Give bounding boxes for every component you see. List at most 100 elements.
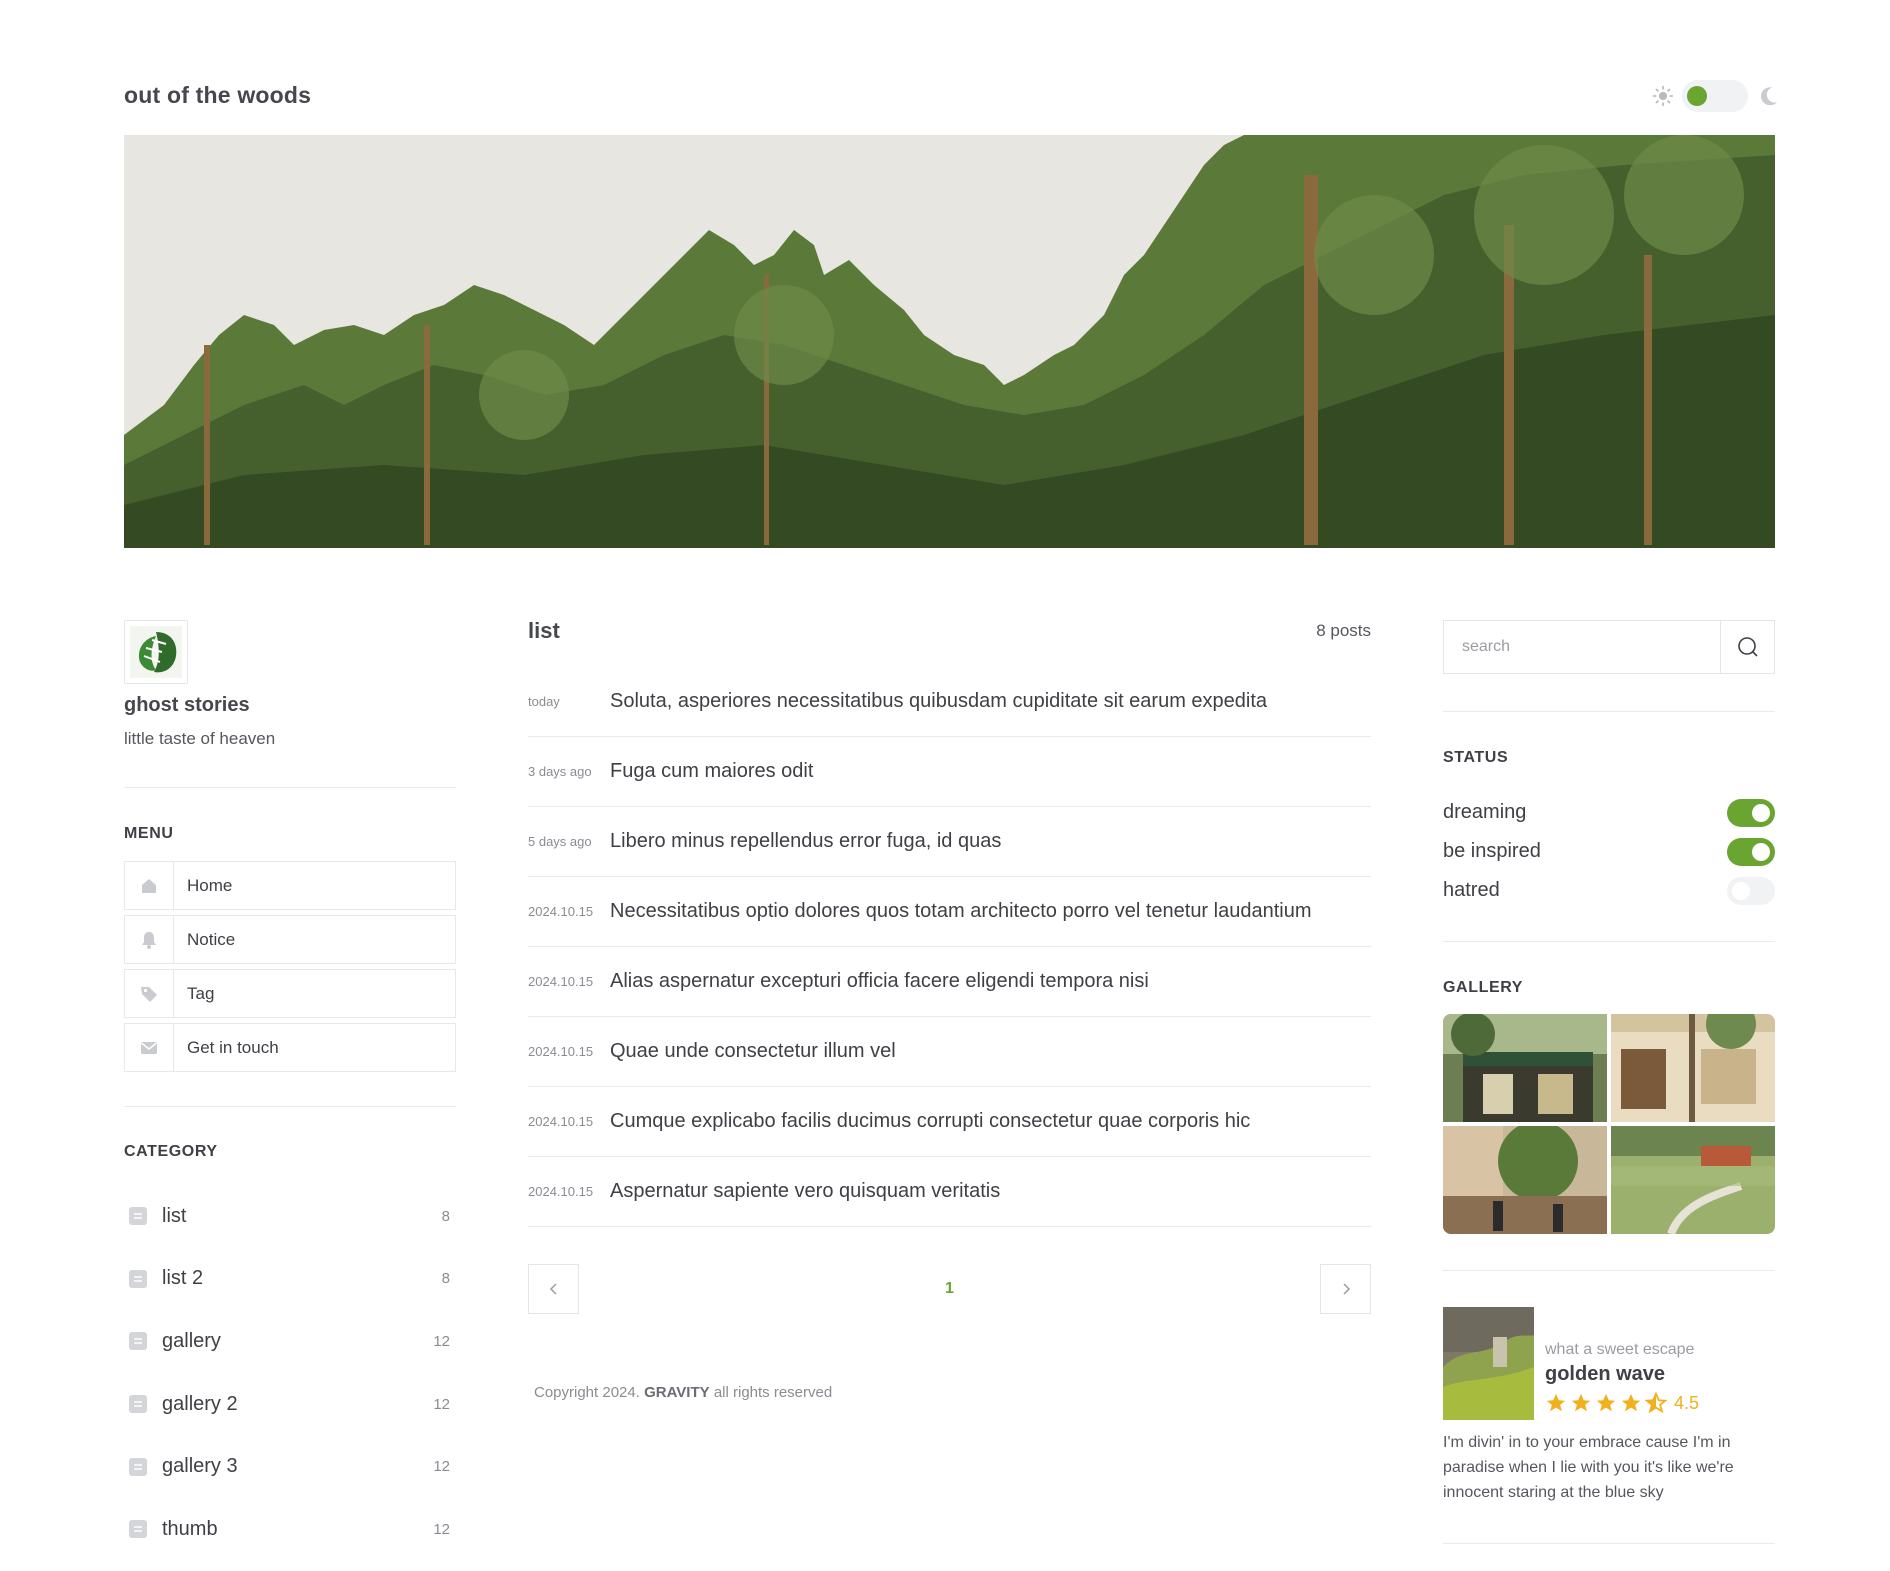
document-icon — [129, 1457, 147, 1476]
featured-subtitle: what a sweet escape — [1545, 1341, 1695, 1358]
post-count: 8 posts — [1316, 621, 1371, 640]
menu-item-home[interactable]: Home — [124, 861, 456, 910]
post-list: today Soluta, asperiores necessitatibus … — [528, 667, 1371, 1227]
post-title[interactable]: Quae unde consectetur illum vel — [610, 1040, 896, 1063]
featured-text: I'm divin' in to your embrace cause I'm … — [1443, 1434, 1734, 1501]
home-icon — [125, 862, 174, 909]
star-icon — [1571, 1393, 1591, 1412]
post-title[interactable]: Fuga cum maiores odit — [610, 760, 813, 783]
category-count: 8 — [441, 1270, 450, 1288]
menu-item-tag[interactable]: Tag — [124, 969, 456, 1018]
copyright-suffix: all rights reserved — [713, 1384, 833, 1401]
category-item-gallery-2[interactable]: gallery 2 12 — [124, 1373, 456, 1436]
featured-card[interactable]: what a sweet escape golden wave 4.5 — [1443, 1307, 1775, 1420]
post-row[interactable]: 2024.10.15 Cumque explicabo facilis duci… — [528, 1087, 1371, 1157]
document-icon — [129, 1520, 147, 1539]
category-label: list — [162, 1204, 187, 1227]
search-button[interactable] — [1720, 621, 1774, 673]
mail-icon — [125, 1024, 174, 1071]
search-input[interactable] — [1444, 621, 1720, 673]
toggle-knob — [1752, 803, 1770, 822]
gallery-image[interactable] — [1611, 1126, 1775, 1234]
status-title: STATUS — [1443, 749, 1509, 766]
divider — [1443, 1270, 1775, 1271]
category-item-list[interactable]: list 8 — [124, 1185, 456, 1248]
moon-icon — [1761, 87, 1777, 106]
category-item-gallery-3[interactable]: gallery 3 12 — [124, 1435, 456, 1498]
category-item-gallery[interactable]: gallery 12 — [124, 1310, 456, 1373]
status-item-be-inspired: be inspired — [1443, 832, 1775, 871]
divider — [1443, 1543, 1775, 1544]
category-item-thumb[interactable]: thumb 12 — [124, 1498, 456, 1561]
post-title[interactable]: Aspernatur sapiente vero quisquam verita… — [610, 1180, 1000, 1203]
post-title[interactable]: Cumque explicabo facilis ducimus corrupt… — [610, 1110, 1250, 1133]
post-date: today — [528, 694, 560, 709]
category-label: gallery 2 — [162, 1392, 238, 1415]
status-item-hatred: hatred — [1443, 871, 1775, 910]
post-row[interactable]: 2024.10.15 Necessitatibus optio dolores … — [528, 877, 1371, 947]
post-title[interactable]: Necessitatibus optio dolores quos totam … — [610, 900, 1312, 923]
menu-item-label: Get in touch — [187, 1037, 279, 1057]
gallery-image[interactable] — [1443, 1014, 1607, 1122]
page-number[interactable]: 1 — [945, 1280, 954, 1298]
post-row[interactable]: 5 days ago Libero minus repellendus erro… — [528, 807, 1371, 877]
status-label: dreaming — [1443, 801, 1527, 823]
post-date: 2024.10.15 — [528, 1044, 594, 1059]
post-date: 2024.10.15 — [528, 974, 594, 989]
site-title[interactable]: out of the woods — [124, 82, 311, 109]
avatar[interactable] — [124, 620, 188, 684]
gallery-image[interactable] — [1443, 1126, 1607, 1234]
theme-toggle-track[interactable] — [1682, 80, 1748, 112]
category-count: 12 — [433, 1520, 450, 1538]
featured-thumbnail[interactable] — [1443, 1307, 1534, 1420]
post-title[interactable]: Soluta, asperiores necessitatibus quibus… — [610, 690, 1267, 713]
post-row[interactable]: 3 days ago Fuga cum maiores odit — [528, 737, 1371, 807]
chevron-left-icon — [549, 1283, 557, 1295]
document-icon — [129, 1207, 147, 1226]
star-rating: 4.5 — [1545, 1392, 1699, 1414]
post-title[interactable]: Libero minus repellendus error fuga, id … — [610, 830, 1001, 853]
hero-image — [124, 135, 1775, 548]
status-list: dreaming be inspired hatred — [1443, 793, 1775, 910]
post-date: 2024.10.15 — [528, 1114, 594, 1129]
theme-switch[interactable] — [1652, 80, 1780, 112]
post-date: 2024.10.15 — [528, 904, 594, 919]
category-list: list 8 list 2 8 gallery 12 gallery 2 12 … — [124, 1185, 456, 1561]
search-box — [1443, 620, 1775, 674]
list-title: list — [528, 618, 560, 643]
prev-page-button[interactable] — [528, 1264, 579, 1314]
post-title[interactable]: Alias aspernatur excepturi officia facer… — [610, 970, 1149, 993]
post-row[interactable]: 2024.10.15 Quae unde consectetur illum v… — [528, 1017, 1371, 1087]
menu-item-notice[interactable]: Notice — [124, 915, 456, 964]
category-label: thumb — [162, 1517, 218, 1540]
pagination: 1 — [528, 1264, 1371, 1314]
category-item-list-2[interactable]: list 2 8 — [124, 1248, 456, 1311]
status-toggle[interactable] — [1727, 876, 1775, 905]
toggle-knob — [1752, 842, 1770, 861]
right-sidebar: STATUS dreaming be inspired hatred GALLE… — [1443, 620, 1775, 1544]
divider — [124, 787, 456, 788]
profile-description: little taste of heaven — [124, 729, 276, 748]
bell-icon — [125, 916, 174, 963]
status-label: be inspired — [1443, 840, 1541, 862]
status-toggle[interactable] — [1727, 798, 1775, 827]
gallery-grid — [1443, 1014, 1775, 1234]
post-row[interactable]: 2024.10.15 Alias aspernatur excepturi of… — [528, 947, 1371, 1017]
tag-icon — [125, 970, 174, 1017]
featured-title[interactable]: golden wave — [1545, 1363, 1699, 1386]
featured-meta: what a sweet escape golden wave 4.5 — [1545, 1307, 1699, 1420]
category-count: 12 — [433, 1395, 450, 1413]
category-count: 8 — [441, 1207, 450, 1225]
next-page-button[interactable] — [1320, 1264, 1371, 1314]
divider — [124, 1106, 456, 1107]
post-row[interactable]: 2024.10.15 Aspernatur sapiente vero quis… — [528, 1157, 1371, 1227]
profile-name: ghost stories — [124, 694, 250, 716]
category-label: gallery 3 — [162, 1455, 238, 1478]
post-list-header: list 8 posts — [528, 618, 1371, 643]
gallery-image[interactable] — [1611, 1014, 1775, 1122]
status-toggle[interactable] — [1727, 837, 1775, 866]
brand-name[interactable]: GRAVITY — [644, 1384, 710, 1401]
menu-item-get-in-touch[interactable]: Get in touch — [124, 1023, 456, 1072]
post-row[interactable]: today Soluta, asperiores necessitatibus … — [528, 667, 1371, 737]
category-count: 12 — [433, 1332, 450, 1350]
